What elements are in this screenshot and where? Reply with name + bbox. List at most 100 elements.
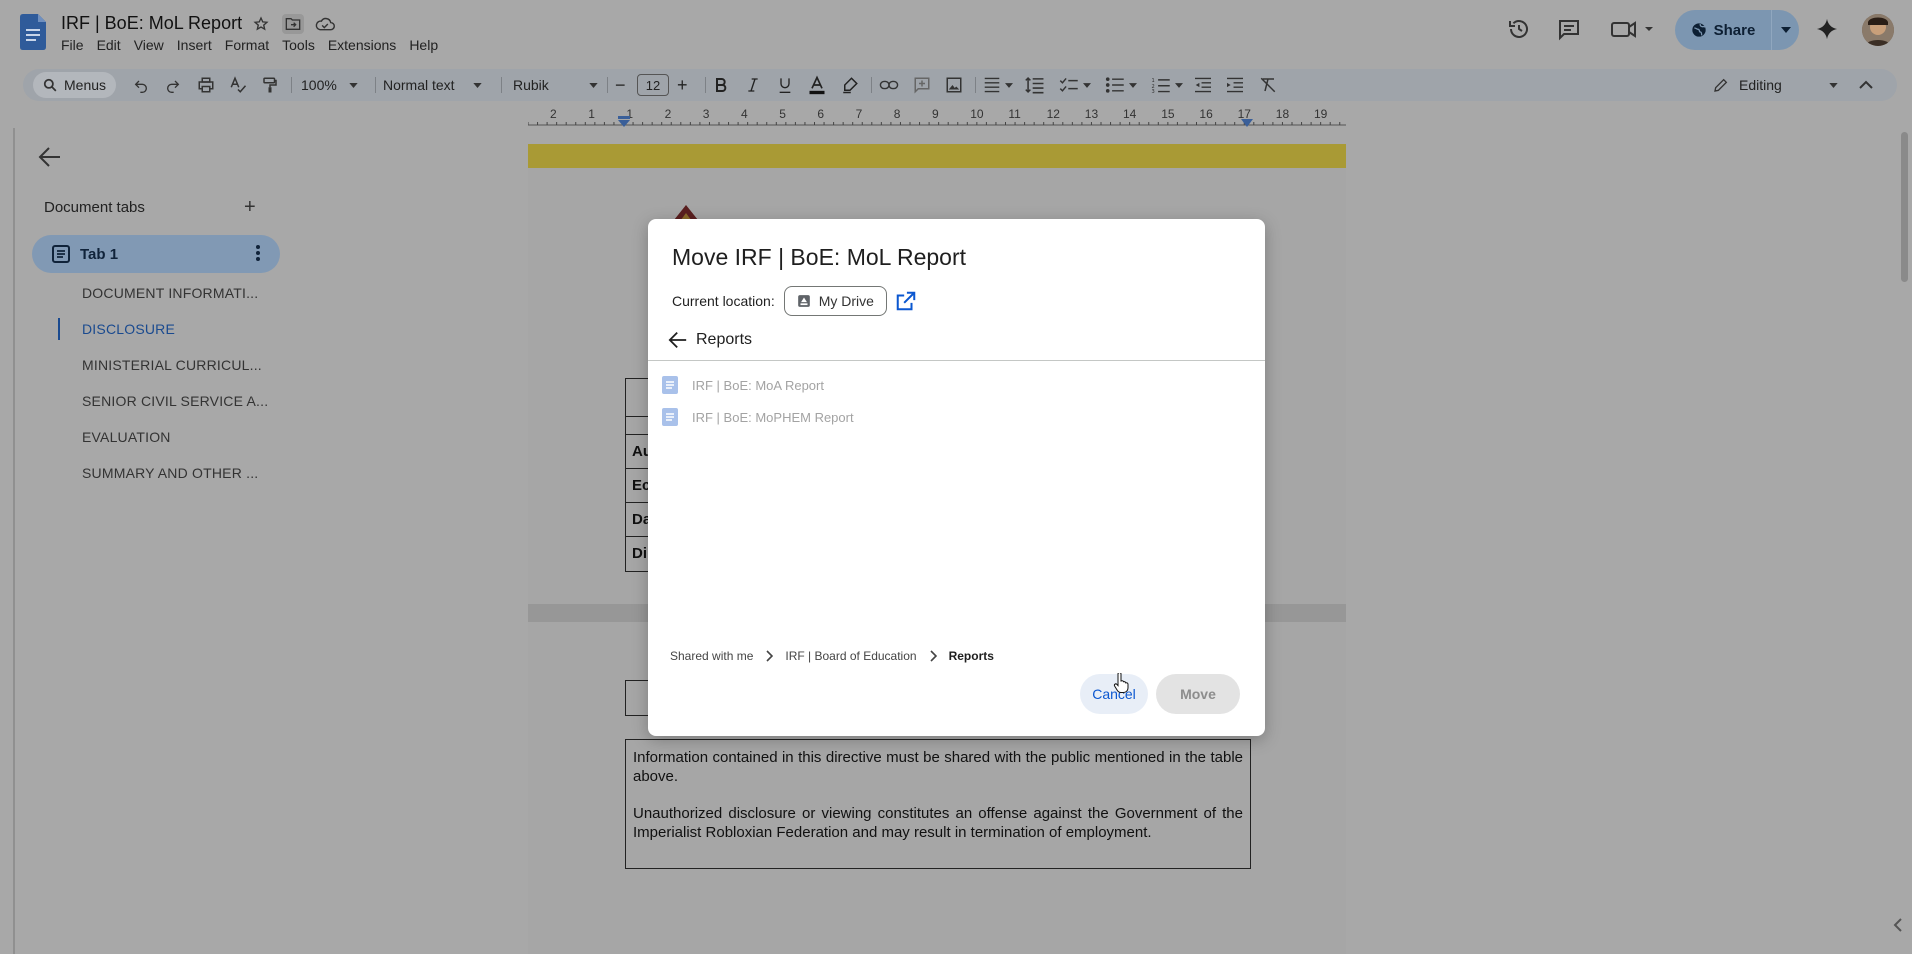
underline-icon[interactable] bbox=[777, 69, 793, 101]
tab-1[interactable]: Tab 1 bbox=[32, 235, 280, 273]
font-size-field[interactable]: 12 bbox=[637, 69, 669, 101]
share-button[interactable]: Share bbox=[1675, 10, 1771, 50]
outline-item-senior-civil-service[interactable]: SENIOR CIVIL SERVICE A... bbox=[58, 388, 268, 424]
zoom-select[interactable]: 100% bbox=[301, 69, 358, 101]
menu-format[interactable]: Format bbox=[225, 37, 269, 53]
menu-edit[interactable]: Edit bbox=[97, 37, 121, 53]
spellcheck-icon[interactable] bbox=[229, 69, 247, 101]
outline-item-document-information[interactable]: DOCUMENT INFORMATI... bbox=[58, 280, 268, 316]
collapse-toolbar-icon[interactable] bbox=[1859, 69, 1873, 101]
back-arrow-icon[interactable] bbox=[668, 331, 688, 349]
menu-insert[interactable]: Insert bbox=[177, 37, 212, 53]
disclosure-notice[interactable]: Information contained in this directive … bbox=[625, 739, 1251, 869]
align-select[interactable] bbox=[983, 69, 1013, 101]
decrease-indent-icon[interactable] bbox=[1193, 69, 1213, 101]
line-spacing-icon[interactable] bbox=[1025, 69, 1045, 101]
expand-side-panel-icon[interactable] bbox=[1892, 918, 1904, 932]
move-button[interactable]: Move bbox=[1156, 674, 1240, 714]
list-item[interactable]: IRF | BoE: MoA Report bbox=[648, 369, 1265, 401]
add-tab-button[interactable]: + bbox=[244, 196, 256, 219]
formatting-toolbar: Menus 100% Normal text Rubik − 12 + 1 2 … bbox=[23, 69, 1897, 101]
star-icon[interactable] bbox=[250, 14, 272, 34]
bulleted-list-select[interactable] bbox=[1105, 69, 1137, 101]
numbered-list-select[interactable]: 123 bbox=[1151, 69, 1183, 101]
breadcrumb-shared-with-me[interactable]: Shared with me bbox=[670, 649, 753, 663]
outline-item-evaluation[interactable]: EVALUATION bbox=[58, 424, 268, 460]
table-cell[interactable]: Ec bbox=[626, 469, 649, 503]
outline-item-disclosure[interactable]: DISCLOSURE bbox=[58, 316, 268, 352]
outline-item-summary[interactable]: SUMMARY AND OTHER ... bbox=[58, 460, 268, 496]
bold-icon[interactable] bbox=[713, 69, 729, 101]
scrollbar-thumb[interactable] bbox=[1901, 132, 1908, 282]
menu-file[interactable]: File bbox=[61, 37, 84, 53]
italic-icon[interactable] bbox=[745, 69, 761, 101]
comment-icon[interactable] bbox=[1556, 16, 1582, 42]
vertical-ruler[interactable] bbox=[0, 128, 16, 954]
editing-mode-select[interactable]: Editing bbox=[1713, 69, 1838, 101]
bulleted-list-icon bbox=[1105, 77, 1124, 93]
menu-view[interactable]: View bbox=[134, 37, 164, 53]
highlight-color-icon[interactable] bbox=[841, 69, 859, 101]
docs-logo-icon[interactable] bbox=[20, 14, 46, 50]
move-folder-icon[interactable] bbox=[282, 14, 304, 34]
dialog-title: Move IRF | BoE: MoL Report bbox=[672, 244, 967, 270]
share-dropdown-button[interactable] bbox=[1772, 10, 1799, 50]
clear-formatting-icon[interactable] bbox=[1259, 69, 1277, 101]
paragraph-style-value: Normal text bbox=[383, 77, 455, 93]
paint-format-icon[interactable] bbox=[261, 69, 279, 101]
more-vert-icon[interactable] bbox=[256, 245, 260, 261]
redo-icon[interactable] bbox=[165, 69, 181, 101]
caret-down-icon bbox=[1129, 82, 1137, 88]
hand-pointer-icon bbox=[1113, 673, 1129, 693]
checklist-select[interactable] bbox=[1059, 69, 1091, 101]
ruler-number: 2 bbox=[550, 107, 557, 121]
avatar[interactable] bbox=[1862, 14, 1894, 46]
insert-link-icon[interactable] bbox=[879, 69, 899, 101]
cloud-status-icon[interactable] bbox=[314, 14, 336, 34]
increase-indent-icon[interactable] bbox=[1225, 69, 1245, 101]
menu-help[interactable]: Help bbox=[409, 37, 438, 53]
right-indent-marker[interactable] bbox=[1240, 119, 1254, 128]
document-outline: DOCUMENT INFORMATI... DISCLOSURE MINISTE… bbox=[58, 280, 268, 496]
table-cell[interactable]: Da bbox=[626, 503, 649, 537]
caret-down-icon bbox=[1175, 82, 1183, 88]
table-cell[interactable]: Di bbox=[626, 537, 649, 571]
folder-header: Reports bbox=[668, 331, 752, 349]
back-arrow-icon[interactable] bbox=[38, 146, 62, 168]
table-cell[interactable]: Au bbox=[626, 435, 649, 469]
menu-bar: File Edit View Insert Format Tools Exten… bbox=[61, 37, 451, 53]
paragraph-style-select[interactable]: Normal text bbox=[383, 69, 482, 101]
gemini-icon[interactable] bbox=[1814, 16, 1840, 42]
breadcrumb-board-of-education[interactable]: IRF | Board of Education bbox=[785, 649, 916, 663]
text-color-icon[interactable] bbox=[807, 69, 827, 101]
list-item[interactable]: IRF | BoE: MoPHEM Report bbox=[648, 401, 1265, 433]
search-menus-button[interactable]: Menus bbox=[33, 72, 117, 98]
horizontal-ruler[interactable]: 2 1 1 2 3 4 5 6 7 8 9 10 11 12 13 14 15 16 17 18 19 bbox=[0, 106, 1897, 128]
google-doc-icon bbox=[662, 376, 678, 394]
current-location-chip[interactable]: My Drive bbox=[783, 286, 887, 316]
add-comment-icon[interactable] bbox=[913, 69, 931, 101]
insert-image-icon[interactable] bbox=[945, 69, 963, 101]
history-icon[interactable] bbox=[1506, 16, 1532, 42]
breadcrumb: Shared with me IRF | Board of Education … bbox=[670, 649, 994, 663]
ruler-number: 6 bbox=[817, 107, 825, 121]
ruler-number: 11 bbox=[1008, 107, 1021, 121]
disclosure-table-cell[interactable] bbox=[625, 680, 650, 716]
print-icon[interactable] bbox=[197, 69, 215, 101]
increase-font-size-button[interactable]: + bbox=[677, 69, 688, 101]
breadcrumb-reports: Reports bbox=[948, 649, 994, 663]
font-size-value: 12 bbox=[637, 74, 669, 96]
undo-icon[interactable] bbox=[133, 69, 149, 101]
menu-extensions[interactable]: Extensions bbox=[328, 37, 396, 53]
menu-tools[interactable]: Tools bbox=[282, 37, 315, 53]
document-title[interactable]: IRF | BoE: MoL Report bbox=[61, 13, 242, 34]
decrease-font-size-button[interactable]: − bbox=[615, 69, 626, 101]
font-family-select[interactable]: Rubik bbox=[513, 69, 598, 101]
outline-item-ministerial-curriculum[interactable]: MINISTERIAL CURRICUL... bbox=[58, 352, 268, 388]
chevron-right-icon bbox=[929, 650, 937, 662]
meet-icon[interactable] bbox=[1610, 16, 1656, 42]
notice-paragraph-2: Unauthorized disclosure or viewing const… bbox=[633, 805, 1243, 841]
open-in-new-icon[interactable] bbox=[895, 290, 917, 312]
left-indent-marker[interactable] bbox=[617, 116, 631, 128]
vertical-scrollbar[interactable] bbox=[1897, 128, 1912, 954]
